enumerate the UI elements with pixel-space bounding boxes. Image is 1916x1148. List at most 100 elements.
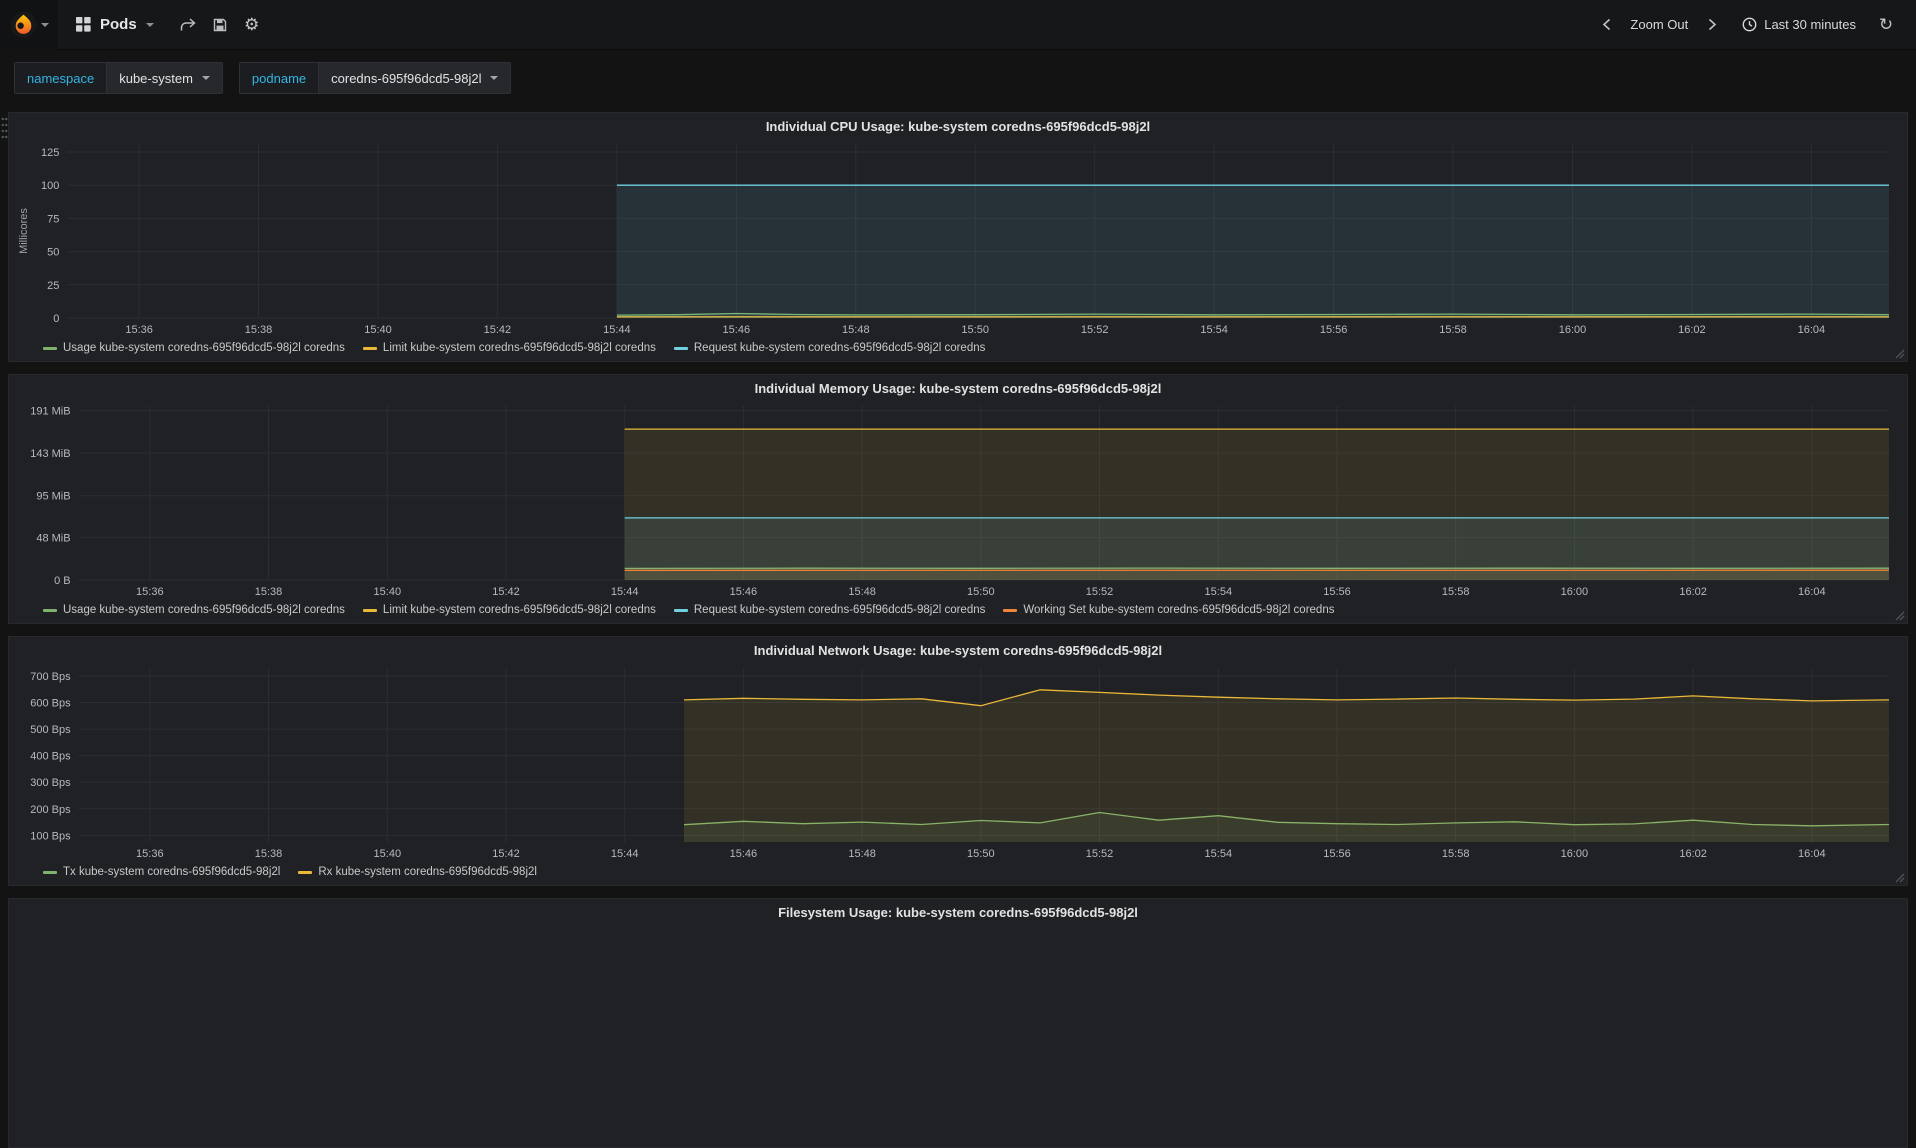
y-axis-tick-label: 48 MiB — [36, 532, 70, 544]
legend-color-swatch — [1003, 609, 1017, 612]
memory-usage-chart[interactable]: 15:3615:3815:4015:4215:4415:4615:4815:50… — [15, 400, 1901, 600]
x-axis-tick-label: 16:00 — [1559, 324, 1587, 336]
x-axis-tick-label: 15:42 — [492, 848, 520, 860]
x-axis-tick-label: 16:04 — [1798, 586, 1826, 598]
y-axis-tick-label: 75 — [47, 213, 59, 225]
variable-podname-value: coredns-695f96dcd5-98j2l — [331, 71, 481, 86]
share-button[interactable] — [172, 0, 204, 50]
x-axis-tick-label: 15:48 — [848, 586, 876, 598]
x-axis-tick-label: 15:44 — [611, 848, 639, 860]
variable-namespace-value: kube-system — [119, 71, 193, 86]
variable-namespace-label: namespace — [15, 63, 106, 93]
y-axis-tick-label: 500 Bps — [30, 724, 71, 736]
x-axis-tick-label: 15:52 — [1081, 324, 1109, 336]
settings-button[interactable]: ⚙ — [236, 0, 268, 50]
network-usage-chart[interactable]: 15:3615:3815:4015:4215:4415:4615:4815:50… — [15, 662, 1901, 862]
legend-label: Request kube-system coredns-695f96dcd5-9… — [694, 604, 986, 616]
x-axis-tick-label: 15:38 — [255, 848, 283, 860]
time-range-button[interactable]: Last 30 minutes — [1730, 17, 1868, 32]
dashboard-panels: Individual CPU Usage: kube-system coredn… — [0, 106, 1916, 1148]
grafana-logo-icon — [10, 11, 37, 38]
network-legend: Tx kube-system coredns-695f96dcd5-98j2l R… — [15, 862, 1901, 882]
variable-namespace-dropdown[interactable]: kube-system — [106, 63, 222, 93]
clock-icon — [1742, 17, 1757, 32]
legend-label: Working Set kube-system coredns-695f96dc… — [1023, 604, 1334, 616]
variable-namespace: namespace kube-system — [14, 62, 223, 94]
legend-label: Usage kube-system coredns-695f96dcd5-98j… — [63, 604, 345, 616]
x-axis-tick-label: 15:40 — [374, 848, 402, 860]
variable-podname-label: podname — [240, 63, 318, 93]
x-axis-tick-label: 15:52 — [1086, 848, 1114, 860]
x-axis-tick-label: 16:00 — [1561, 586, 1589, 598]
y-axis-tick-label: 0 B — [54, 575, 71, 587]
y-axis-tick-label: 50 — [47, 247, 59, 259]
save-icon — [212, 17, 228, 33]
time-shift-back-button[interactable] — [1590, 0, 1622, 50]
x-axis-tick-label: 15:40 — [374, 586, 402, 598]
legend-color-swatch — [363, 347, 377, 350]
x-axis-tick-label: 15:42 — [492, 586, 520, 598]
legend-item[interactable]: Working Set kube-system coredns-695f96dc… — [1003, 604, 1334, 616]
legend-item[interactable]: Usage kube-system coredns-695f96dcd5-98j… — [43, 342, 345, 354]
navbar: Pods ⚙ Zoom Out — [0, 0, 1916, 50]
x-axis-tick-label: 15:50 — [967, 848, 995, 860]
zoom-out-button[interactable]: Zoom Out — [1624, 17, 1694, 32]
y-axis-tick-label: 400 Bps — [30, 751, 71, 763]
legend-item[interactable]: Limit kube-system coredns-695f96dcd5-98j… — [363, 604, 656, 616]
y-axis-tick-label: 143 MiB — [30, 448, 70, 460]
time-shift-forward-button[interactable] — [1696, 0, 1728, 50]
x-axis-tick-label: 15:54 — [1205, 586, 1233, 598]
variable-podname-dropdown[interactable]: coredns-695f96dcd5-98j2l — [318, 63, 510, 93]
dashboard-grid-icon — [76, 17, 91, 32]
y-axis-tick-label: 600 Bps — [30, 698, 71, 710]
y-axis-tick-label: 191 MiB — [30, 405, 70, 417]
legend-item[interactable]: Usage kube-system coredns-695f96dcd5-98j… — [43, 604, 345, 616]
x-axis-tick-label: 15:46 — [730, 586, 758, 598]
chevron-left-icon — [1602, 18, 1611, 31]
legend-color-swatch — [43, 609, 57, 612]
y-axis-tick-label: 100 Bps — [30, 830, 71, 842]
cpu-usage-chart[interactable]: 15:3615:3815:4015:4215:4415:4615:4815:50… — [15, 138, 1901, 338]
x-axis-tick-label: 15:54 — [1200, 324, 1228, 336]
legend-item[interactable]: Limit kube-system coredns-695f96dcd5-98j… — [363, 342, 656, 354]
panel-filesystem-usage: Filesystem Usage: kube-system coredns-69… — [8, 898, 1908, 1148]
panel-resize-handle[interactable] — [1894, 348, 1905, 359]
panel-title[interactable]: Individual CPU Usage: kube-system coredn… — [15, 116, 1901, 138]
panel-title[interactable]: Individual Memory Usage: kube-system cor… — [15, 378, 1901, 400]
panel-resize-handle[interactable] — [1894, 872, 1905, 883]
cpu-legend: Usage kube-system coredns-695f96dcd5-98j… — [15, 338, 1901, 358]
legend-item[interactable]: Request kube-system coredns-695f96dcd5-9… — [674, 604, 986, 616]
panel-cpu-usage: Individual CPU Usage: kube-system coredn… — [8, 112, 1908, 362]
y-axis-tick-label: 0 — [53, 313, 59, 325]
panel-resize-handle[interactable] — [1894, 610, 1905, 621]
x-axis-tick-label: 16:00 — [1561, 848, 1589, 860]
dashboard-picker-button[interactable]: Pods — [58, 0, 172, 50]
x-axis-tick-label: 15:48 — [842, 324, 870, 336]
legend-color-swatch — [298, 871, 312, 874]
template-variables-row: namespace kube-system podname coredns-69… — [0, 50, 1916, 106]
panel-title[interactable]: Filesystem Usage: kube-system coredns-69… — [15, 902, 1901, 924]
x-axis-tick-label: 16:04 — [1798, 848, 1826, 860]
legend-item[interactable]: Rx kube-system coredns-695f96dcd5-98j2l — [298, 866, 537, 878]
grafana-logo-button[interactable] — [0, 0, 58, 50]
panel-title[interactable]: Individual Network Usage: kube-system co… — [15, 640, 1901, 662]
save-button[interactable] — [204, 0, 236, 50]
series-fill — [617, 185, 1889, 318]
row-drag-handle[interactable] — [1, 116, 8, 140]
x-axis-tick-label: 15:46 — [730, 848, 758, 860]
series-fill — [625, 570, 1889, 580]
refresh-button[interactable]: ↻ — [1870, 0, 1902, 50]
legend-item[interactable]: Tx kube-system coredns-695f96dcd5-98j2l — [43, 866, 280, 878]
x-axis-tick-label: 16:02 — [1678, 324, 1706, 336]
legend-item[interactable]: Request kube-system coredns-695f96dcd5-9… — [674, 342, 986, 354]
share-icon — [179, 17, 196, 33]
x-axis-tick-label: 16:02 — [1679, 848, 1707, 860]
legend-label: Usage kube-system coredns-695f96dcd5-98j… — [63, 342, 345, 354]
x-axis-tick-label: 15:58 — [1439, 324, 1467, 336]
x-axis-tick-label: 16:02 — [1679, 586, 1707, 598]
y-axis-tick-label: 200 Bps — [30, 804, 71, 816]
y-axis-tick-label: 100 — [41, 180, 59, 192]
x-axis-tick-label: 16:04 — [1798, 324, 1826, 336]
chevron-down-icon — [202, 76, 210, 80]
legend-label: Limit kube-system coredns-695f96dcd5-98j… — [383, 342, 656, 354]
